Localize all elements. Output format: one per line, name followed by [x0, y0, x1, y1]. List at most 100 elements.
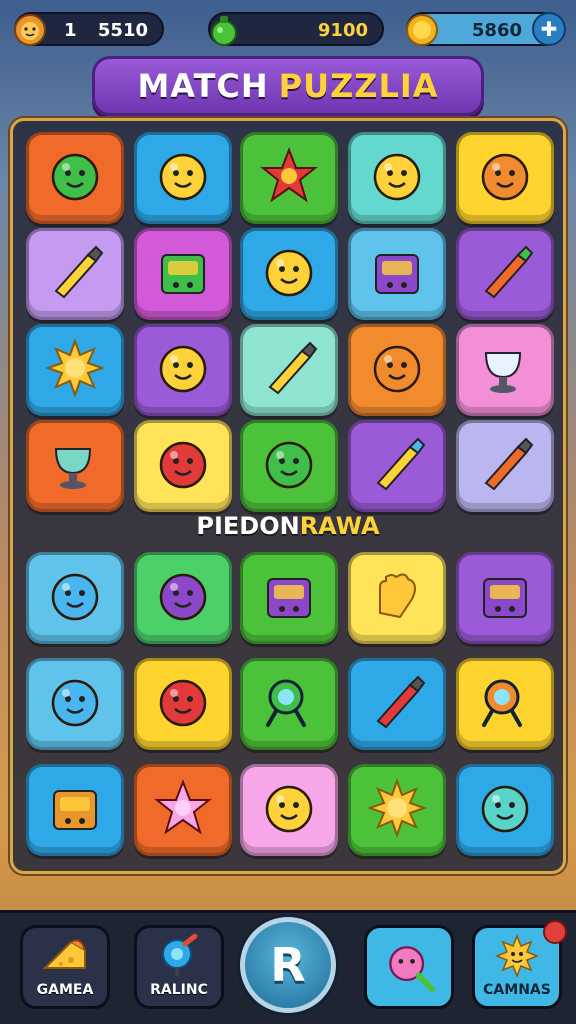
tile-orange-smiley[interactable] [456, 132, 554, 224]
plus-icon[interactable]: ✚ [532, 12, 566, 46]
dice-icon [474, 565, 536, 631]
pink-monster-icon [389, 946, 436, 993]
blue-bird-icon [44, 671, 106, 737]
teal-bubble-icon [474, 777, 536, 843]
tile-green-orb[interactable] [240, 420, 338, 512]
tile-marshmallow[interactable] [348, 132, 446, 224]
tile-pencil-square[interactable] [240, 324, 338, 416]
glove-icon [366, 565, 428, 631]
tile-treasure-box[interactable] [26, 764, 124, 856]
gems-counter[interactable]: 9100 [208, 12, 384, 46]
nav-item-monster[interactable] [364, 925, 454, 1009]
marshmallow-icon [366, 145, 428, 211]
tile-red-star[interactable] [240, 132, 338, 224]
yellow-bubble-icon [258, 777, 320, 843]
board-subtitle: PIEDONRAWA [0, 512, 576, 540]
gold-coin-icon [402, 10, 442, 50]
crayon-icon [366, 671, 428, 737]
red-bomb-icon [152, 433, 214, 499]
tile-teal-bubble[interactable] [456, 764, 554, 856]
orange-smiley-icon [474, 145, 536, 211]
magnifier-icon [258, 671, 320, 737]
tile-red-bomb[interactable] [134, 420, 232, 512]
sun-icon [44, 337, 106, 403]
purple-box-icon [366, 241, 428, 307]
lollipop-icon [162, 934, 198, 976]
sunburst-icon [366, 777, 428, 843]
yellow-drop-face-icon [258, 241, 320, 307]
tile-yellow-bubble[interactable] [240, 764, 338, 856]
green-blob-icon [44, 145, 106, 211]
red-star-icon [258, 145, 320, 211]
title-part2: PUZZLIA [278, 67, 439, 105]
tile-glove[interactable] [348, 552, 446, 644]
tile-dice[interactable] [456, 552, 554, 644]
sun-face-icon [494, 934, 540, 978]
red-fish-icon [152, 671, 214, 737]
lion-face-icon [10, 10, 50, 50]
nav-item-camnas[interactable]: CAMNAS [472, 920, 567, 1009]
green-orb-icon [258, 433, 320, 499]
play-orb-button[interactable]: R [240, 917, 336, 1013]
teacup-icon [44, 433, 106, 499]
nav-item-ralinc[interactable]: RALINC [134, 925, 224, 1009]
nav-label-gamea: GAMEA [36, 982, 94, 998]
wrench-tool-icon [44, 241, 106, 307]
tile-wrench-tool[interactable] [26, 228, 124, 320]
tile-orange-bubble[interactable] [348, 324, 446, 416]
carrot-icon [474, 241, 536, 307]
orange-bubble-icon [366, 337, 428, 403]
tile-green-machine[interactable] [134, 228, 232, 320]
tile-compass[interactable] [456, 658, 554, 750]
compass-icon [474, 671, 536, 737]
tile-arrow-pencil[interactable] [348, 420, 446, 512]
green-potion-icon [204, 10, 244, 50]
nav-label-camnas: CAMNAS [483, 982, 551, 998]
tile-yellow-bird[interactable] [134, 132, 232, 224]
goblet-icon [474, 337, 536, 403]
lives-counter[interactable]: 1 5510 [14, 12, 164, 46]
tile-red-fish[interactable] [134, 658, 232, 750]
gems-value: 9100 [317, 20, 368, 41]
coins-counter[interactable]: 5860 ✚ [406, 12, 566, 46]
tile-pink-star[interactable] [134, 764, 232, 856]
tile-carrot[interactable] [456, 228, 554, 320]
pencil-square-icon [258, 337, 320, 403]
title-banner: MATCH PUZZLIA [92, 56, 484, 116]
bottom-nav: GAMEA RALINC R CAMNAS [0, 910, 576, 1024]
rocket-icon [474, 433, 536, 499]
pink-star-icon [152, 777, 214, 843]
tile-yellow-bolt[interactable] [134, 324, 232, 416]
treasure-box-icon [44, 777, 106, 843]
yellow-bolt-icon [152, 337, 214, 403]
title-part1: MATCH [137, 67, 269, 105]
tile-magnifier[interactable] [240, 658, 338, 750]
tile-teacup[interactable] [26, 420, 124, 512]
coins-value: 5860 [471, 20, 522, 41]
cheese-icon [42, 939, 86, 969]
lives-value: 5510 [97, 20, 148, 41]
nav-label-ralinc: RALINC [150, 982, 208, 998]
arrow-pencil-icon [366, 433, 428, 499]
tile-crayon[interactable] [348, 658, 446, 750]
purple-berry-icon [152, 565, 214, 631]
tile-purple-box[interactable] [348, 228, 446, 320]
tile-sun[interactable] [26, 324, 124, 416]
subtitle-part1: PIEDON [196, 512, 300, 540]
green-machine-icon [152, 241, 214, 307]
blue-bubble-icon [44, 565, 106, 631]
tile-sunburst[interactable] [348, 764, 446, 856]
tile-gift-box[interactable] [240, 552, 338, 644]
lives-tick: 1 [64, 20, 77, 41]
tile-goblet[interactable] [456, 324, 554, 416]
tile-blue-bubble[interactable] [26, 552, 124, 644]
tile-rocket[interactable] [456, 420, 554, 512]
tile-purple-berry[interactable] [134, 552, 232, 644]
notification-badge [543, 920, 567, 944]
subtitle-part2: RAWA [299, 512, 380, 540]
tile-green-blob[interactable] [26, 132, 124, 224]
tile-blue-bird[interactable] [26, 658, 124, 750]
nav-item-gamea[interactable]: GAMEA [20, 925, 110, 1009]
tile-yellow-drop-face[interactable] [240, 228, 338, 320]
gift-box-icon [258, 565, 320, 631]
